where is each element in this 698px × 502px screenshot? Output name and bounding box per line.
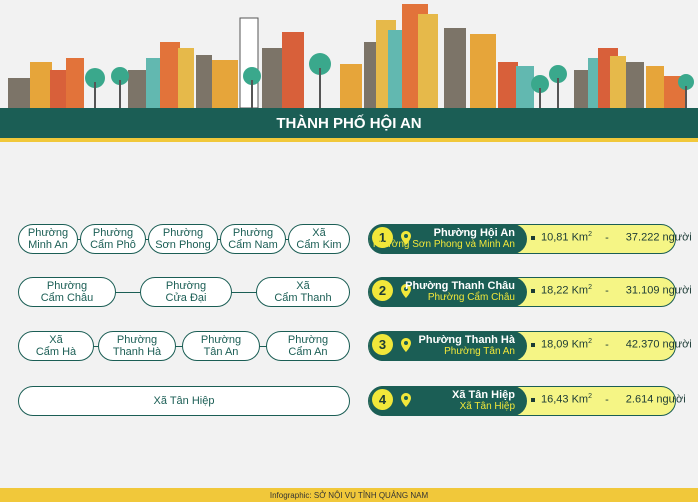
new-unit-seat: Xã Tân Hiệp xyxy=(459,400,515,412)
source-unit-pill: Phường Cẩm Phô xyxy=(80,224,146,254)
source-unit-pill: Phường Cẩm Châu xyxy=(18,277,116,307)
area-value: 16,43 Km xyxy=(541,393,589,406)
unit-number-badge: 2 xyxy=(372,279,393,301)
new-unit-card: 1 Phường Hội An Phường Sơn Phong và Minh… xyxy=(368,223,692,254)
unit-number-badge: 4 xyxy=(372,388,393,410)
new-unit-header: 2 Phường Thanh Châu Phường Cẩm Châu xyxy=(369,276,527,307)
area-value: 18,09 Km xyxy=(541,338,589,351)
population-value: 31.109 người xyxy=(625,284,692,297)
page-title: THÀNH PHỐ HỘI AN xyxy=(0,108,698,142)
source-unit-pill: Phường Thanh Hà xyxy=(98,331,176,361)
source-unit-pill: Phường Tân An xyxy=(182,331,260,361)
new-unit-header: 3 Phường Thanh Hà Phường Tân An xyxy=(369,330,527,361)
location-pin-icon xyxy=(401,337,411,352)
new-unit-name: Phường Thanh Châu xyxy=(405,279,515,292)
bullet-icon xyxy=(531,288,535,293)
source-unit-pill: Phường Minh An xyxy=(18,224,78,254)
buildings xyxy=(8,4,686,109)
separator: - xyxy=(605,231,609,244)
unit-stats: 18,22 Km2 - 31.109 người xyxy=(531,284,692,297)
separator: - xyxy=(605,393,609,406)
source-unit-pill: Xã Cẩm Thanh xyxy=(256,277,350,307)
source-unit-pill: Xã Cẩm Hà xyxy=(18,331,94,361)
location-pin-icon xyxy=(401,392,411,407)
city-skyline-illustration xyxy=(8,4,694,109)
separator: - xyxy=(605,284,609,297)
bullet-icon xyxy=(531,397,535,402)
new-unit-seat: Phường Cẩm Châu xyxy=(427,291,515,303)
unit-number-badge: 3 xyxy=(372,333,393,355)
new-unit-name: Xã Tân Hiệp xyxy=(452,388,515,401)
new-unit-name: Phường Hội An xyxy=(433,226,515,239)
source-unit-pill: Phường Cẩm Nam xyxy=(220,224,286,254)
population-value: 2.614 người xyxy=(625,393,686,406)
new-unit-card: 3 Phường Thanh Hà Phường Tân An 18,09 Km… xyxy=(368,330,692,361)
source-unit-pill: Xã Cẩm Kim xyxy=(288,224,350,254)
new-unit-seat: Phường Tân An xyxy=(444,345,515,357)
area-value: 10,81 Km xyxy=(541,231,589,244)
footer-credit: Infographic: SỞ NỘI VỤ TỈNH QUẢNG NAM xyxy=(0,488,698,502)
population-value: 37.222 người xyxy=(625,231,692,244)
population-value: 42.370 người xyxy=(625,338,692,351)
source-unit-pill: Phường Cửa Đại xyxy=(140,277,232,307)
unit-stats: 10,81 Km2 - 37.222 người xyxy=(531,231,692,244)
new-unit-seat: Phường Sơn Phong và Minh An xyxy=(372,238,515,250)
new-unit-header: 4 Xã Tân Hiệp Xã Tân Hiệp xyxy=(369,385,527,416)
separator: - xyxy=(605,338,609,351)
new-unit-header: 1 Phường Hội An Phường Sơn Phong và Minh… xyxy=(369,223,527,254)
source-unit-pill: Phường Sơn Phong xyxy=(148,224,218,254)
bullet-icon xyxy=(531,342,535,347)
source-unit-pill: Phường Cẩm An xyxy=(266,331,350,361)
new-unit-name: Phường Thanh Hà xyxy=(418,333,515,346)
area-value: 18,22 Km xyxy=(541,284,589,297)
bullet-icon xyxy=(531,235,535,240)
unit-stats: 16,43 Km2 - 2.614 người xyxy=(531,393,686,406)
unit-stats: 18,09 Km2 - 42.370 người xyxy=(531,338,692,351)
new-unit-card: 4 Xã Tân Hiệp Xã Tân Hiệp 16,43 Km2 - 2.… xyxy=(368,385,686,416)
new-unit-card: 2 Phường Thanh Châu Phường Cẩm Châu 18,2… xyxy=(368,276,692,307)
source-unit-pill: Xã Tân Hiệp xyxy=(18,386,350,416)
